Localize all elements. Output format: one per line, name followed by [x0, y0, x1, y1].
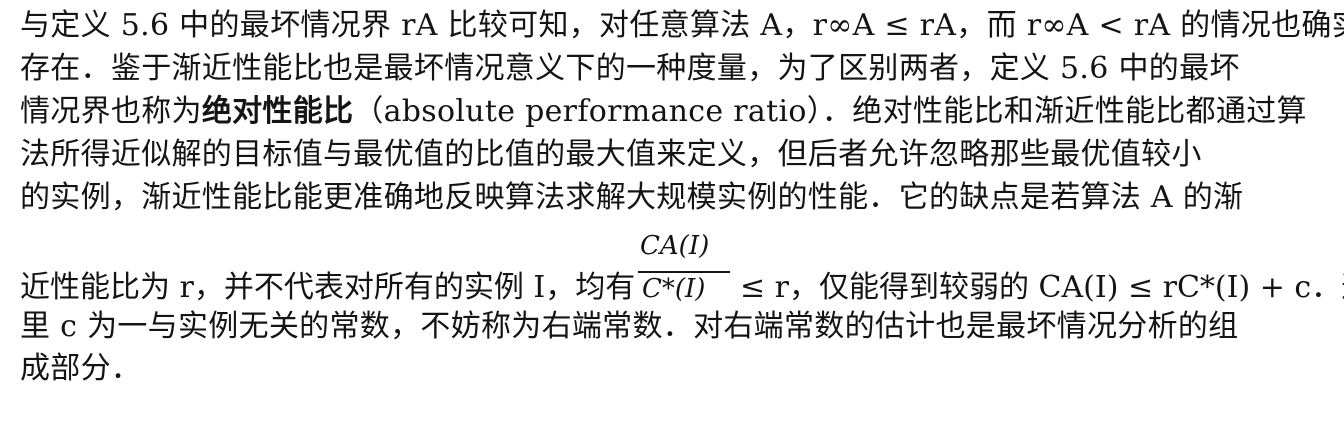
paragraph-line-1: 与定义 5.6 中的最坏情况界 rA 比较可知，对任意算法 A，r∞A ≤ rA…: [20, 8, 1344, 43]
absolute-performance-ratio-term: 绝对性能比: [201, 94, 354, 129]
fraction-numerator: CA(I): [640, 231, 710, 261]
line-3-prefix: 情况界也称为: [20, 94, 202, 129]
paragraph-line-6-with-fraction: 近性能比为 r，并不代表对所有的实例 I，均有 CA(I) C*(I) ≤ r，…: [20, 231, 1344, 311]
paragraph-line-7: 里 c 为一与实例无关的常数，不妨称为右端常数．对右端常数的估计也是最坏情况分析…: [20, 309, 1239, 344]
paragraph-line-2: 存在．鉴于渐近性能比也是最坏情况意义下的一种度量，为了区别两者，定义 5.6 中…: [20, 51, 1240, 86]
line-6-suffix: ≤ r，仅能得到较弱的 CA(I) ≤ rC*(I) + c．这: [740, 270, 1344, 305]
paragraph-line-3: 情况界也称为绝对性能比（absolute performance ratio）．…: [20, 95, 1324, 129]
line-3-suffix: （absolute performance ratio）．绝对性能比和渐近性能比…: [353, 94, 1307, 129]
paragraph-line-8: 成部分．: [20, 351, 142, 386]
line-6-prefix: 近性能比为 r，并不代表对所有的实例 I，均有: [20, 270, 636, 305]
fraction-bar: [638, 271, 730, 273]
paragraph-line-4: 法所得近似解的目标值与最优值的比值的最大值来定义，但后者允许忽略那些最优值较小: [20, 137, 1202, 172]
document-page: 与定义 5.6 中的最坏情况界 rA 比较可知，对任意算法 A，r∞A ≤ rA…: [0, 0, 1344, 448]
paragraph-line-5: 的实例，渐近性能比能更准确地反映算法求解大规模实例的性能．它的缺点是若算法 A …: [20, 180, 1244, 215]
fraction-denominator: C*(I): [642, 274, 706, 304]
